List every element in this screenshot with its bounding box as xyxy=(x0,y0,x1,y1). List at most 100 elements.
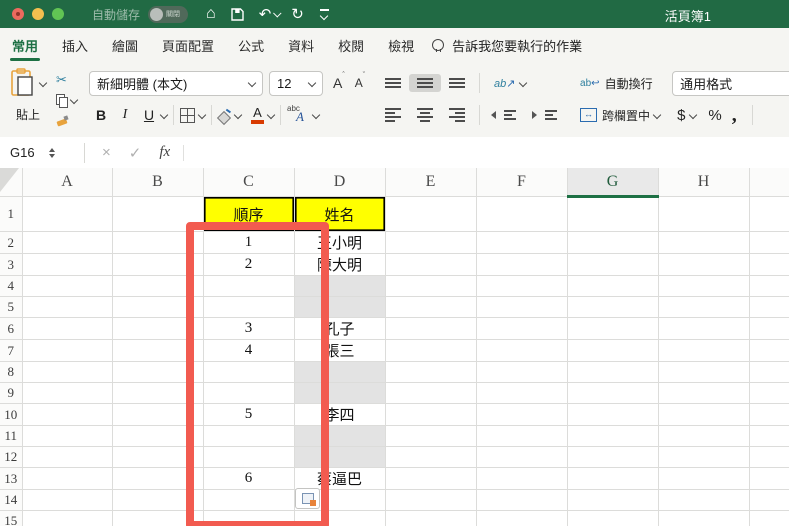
percent-style-button[interactable]: % xyxy=(708,107,721,124)
fill-color-dropdown-icon[interactable] xyxy=(233,110,243,120)
phonetic-dropdown-icon[interactable] xyxy=(311,110,321,120)
font-color-button[interactable]: A xyxy=(251,106,264,124)
underline-button[interactable]: U xyxy=(143,107,155,123)
col-header-a[interactable]: A xyxy=(22,168,113,197)
cell[interactable] xyxy=(203,446,295,468)
autosave-toggle[interactable]: 關閉 xyxy=(148,5,189,23)
cell-d13[interactable]: 蔡逼巴 xyxy=(294,467,386,490)
cell[interactable] xyxy=(658,510,750,526)
cell[interactable] xyxy=(112,231,204,254)
cell[interactable] xyxy=(658,382,750,404)
cell[interactable] xyxy=(658,339,750,362)
name-box[interactable]: G16 xyxy=(0,137,76,168)
cell-d9-empty-gray[interactable] xyxy=(294,382,386,404)
name-box-stepper[interactable] xyxy=(48,147,55,158)
cell[interactable] xyxy=(22,382,113,404)
cell-d10[interactable]: 李四 xyxy=(294,403,386,426)
cell-d2[interactable]: 王小明 xyxy=(294,231,386,254)
cell[interactable] xyxy=(385,361,477,383)
cell[interactable] xyxy=(658,296,750,318)
italic-button[interactable]: I xyxy=(119,107,131,123)
row-header[interactable]: 5 xyxy=(0,296,23,318)
orientation-button[interactable]: ab↗ xyxy=(494,77,527,90)
save-icon[interactable] xyxy=(230,7,245,22)
cell[interactable] xyxy=(567,339,659,362)
cell-d6[interactable]: 孔子 xyxy=(294,317,386,340)
cell[interactable] xyxy=(749,296,789,318)
cell[interactable] xyxy=(22,253,113,276)
cell[interactable] xyxy=(476,275,568,297)
align-left-button[interactable] xyxy=(377,104,409,126)
cell[interactable] xyxy=(567,253,659,276)
cell[interactable] xyxy=(567,510,659,526)
cell[interactable] xyxy=(476,382,568,404)
col-header-partial[interactable] xyxy=(749,168,789,197)
cell[interactable] xyxy=(385,425,477,447)
row-header[interactable]: 2 xyxy=(0,231,23,254)
align-center-button[interactable] xyxy=(409,104,441,126)
cell[interactable] xyxy=(749,467,789,490)
cell-c6[interactable]: 3 xyxy=(203,317,295,340)
cell[interactable] xyxy=(476,425,568,447)
cell-d8-empty-gray[interactable] xyxy=(294,361,386,383)
cell[interactable] xyxy=(658,403,750,426)
tell-me-search[interactable]: 告訴我您要執行的作業 xyxy=(432,36,582,55)
merge-dropdown-icon[interactable] xyxy=(652,110,662,120)
cell[interactable] xyxy=(567,231,659,254)
enter-icon[interactable]: ✓ xyxy=(129,144,142,162)
font-size-dropdown[interactable]: 12 xyxy=(269,70,323,96)
cell[interactable] xyxy=(22,339,113,362)
cell[interactable] xyxy=(112,275,204,297)
home-icon[interactable]: ⌂ xyxy=(206,5,216,23)
tab-review[interactable]: 校閱 xyxy=(338,29,364,61)
cell[interactable] xyxy=(22,425,113,447)
borders-dropdown-icon[interactable] xyxy=(197,110,207,120)
cell[interactable] xyxy=(22,296,113,318)
cell[interactable] xyxy=(385,253,477,276)
col-header-h[interactable]: H xyxy=(658,168,750,197)
cell[interactable] xyxy=(385,339,477,362)
cell[interactable] xyxy=(567,382,659,404)
cell[interactable] xyxy=(567,361,659,383)
cell[interactable] xyxy=(203,489,295,511)
format-painter-button[interactable] xyxy=(56,110,77,130)
cell[interactable] xyxy=(385,231,477,254)
number-format-dropdown[interactable]: 通用格式 xyxy=(672,70,789,96)
cell[interactable] xyxy=(567,296,659,318)
cell[interactable] xyxy=(749,425,789,447)
cell[interactable] xyxy=(749,489,789,511)
insert-function-icon[interactable]: fx xyxy=(159,144,170,161)
cell[interactable] xyxy=(385,467,477,490)
tab-draw[interactable]: 繪圖 xyxy=(112,29,138,61)
cell[interactable] xyxy=(658,231,750,254)
merge-center-button[interactable]: ↔ 跨欄置中 xyxy=(580,107,662,124)
row-header[interactable]: 6 xyxy=(0,317,23,340)
cell[interactable] xyxy=(567,196,659,232)
cell[interactable] xyxy=(22,467,113,490)
cell-d11-empty-gray[interactable] xyxy=(294,425,386,447)
tab-data[interactable]: 資料 xyxy=(288,29,314,61)
cell[interactable] xyxy=(22,361,113,383)
cell[interactable] xyxy=(749,403,789,426)
cell[interactable] xyxy=(112,467,204,490)
cell[interactable] xyxy=(203,296,295,318)
row-header[interactable]: 12 xyxy=(0,446,23,468)
underline-dropdown-icon[interactable] xyxy=(159,110,169,120)
currency-style-button[interactable]: $ xyxy=(677,107,685,124)
cell[interactable] xyxy=(112,510,204,526)
row-header[interactable]: 14 xyxy=(0,489,23,511)
cell[interactable] xyxy=(476,317,568,340)
comma-style-button[interactable]: , xyxy=(732,105,737,125)
cell[interactable] xyxy=(658,489,750,511)
cell[interactable] xyxy=(112,446,204,468)
copy-button[interactable] xyxy=(56,90,79,110)
cell[interactable] xyxy=(476,446,568,468)
currency-dropdown-icon[interactable] xyxy=(689,110,698,120)
cell[interactable] xyxy=(749,275,789,297)
col-header-b[interactable]: B xyxy=(112,168,204,197)
decrease-indent-button[interactable] xyxy=(491,110,522,120)
align-top-button[interactable] xyxy=(377,74,409,92)
paste-button[interactable]: 貼上 xyxy=(10,68,48,137)
cell[interactable] xyxy=(476,403,568,426)
cell[interactable] xyxy=(749,446,789,468)
